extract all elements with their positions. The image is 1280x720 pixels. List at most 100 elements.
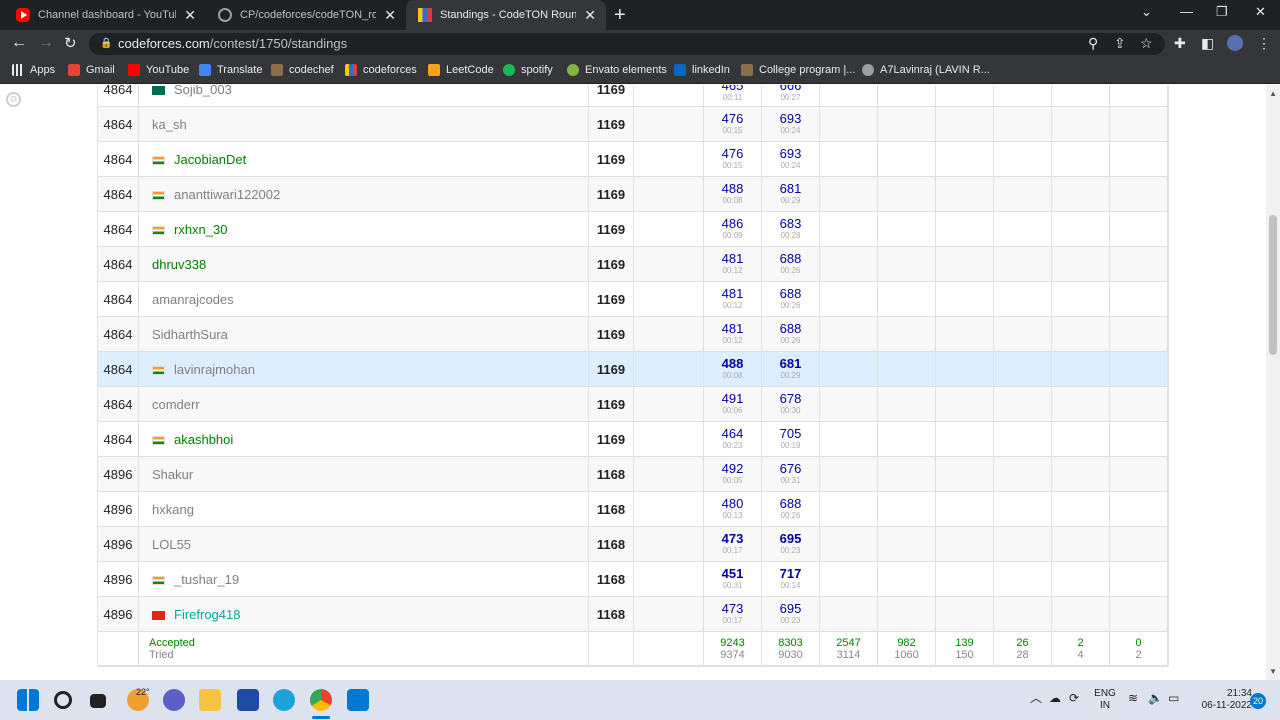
problem-cell[interactable] [820, 422, 878, 456]
close-window-button[interactable]: ✕ [1255, 4, 1266, 20]
problem-cell[interactable] [936, 387, 994, 421]
problem-cell[interactable] [1110, 422, 1168, 456]
edge-icon[interactable] [273, 689, 295, 711]
problem-cell[interactable]: 481 00:12 [704, 247, 762, 281]
problem-cell[interactable] [1052, 85, 1110, 106]
problem-cell[interactable]: 473 00:17 [704, 527, 762, 561]
problem-cell[interactable]: 486 00:09 [704, 212, 762, 246]
problem-cell[interactable]: 683 00:28 [762, 212, 820, 246]
problem-cell[interactable]: 666 00:27 [762, 85, 820, 106]
problem-cell[interactable] [1110, 247, 1168, 281]
problem-cell[interactable] [936, 85, 994, 106]
close-tab-icon[interactable]: ✕ [384, 7, 396, 24]
problem-cell[interactable]: 693 00:24 [762, 107, 820, 141]
problem-cell[interactable] [994, 247, 1052, 281]
volume-icon[interactable]: 🔈 [1148, 692, 1163, 704]
problem-cell[interactable] [936, 457, 994, 491]
problem-cell[interactable]: 492 00:05 [704, 457, 762, 491]
task-view-icon[interactable] [90, 694, 106, 708]
problem-cell[interactable] [878, 352, 936, 386]
problem-cell[interactable]: 481 00:12 [704, 282, 762, 316]
problem-cell[interactable]: 688 00:26 [762, 247, 820, 281]
problem-cell[interactable] [936, 282, 994, 316]
problem-cell[interactable] [936, 247, 994, 281]
maximize-button[interactable]: ❐ [1216, 4, 1228, 20]
problem-cell[interactable] [878, 85, 936, 106]
problem-cell[interactable] [994, 317, 1052, 351]
problem-cell[interactable] [878, 527, 936, 561]
tab-github-cp[interactable]: CP/codeforces/codeTON_round3 ✕ [206, 0, 406, 30]
bookmark-codechef[interactable]: codechef [271, 64, 334, 76]
extensions-icon[interactable]: ✚ [1174, 35, 1186, 52]
problem-cell[interactable]: 488 00:08 [704, 177, 762, 211]
problem-cell[interactable] [994, 352, 1052, 386]
problem-cell[interactable] [820, 562, 878, 596]
problem-cell[interactable] [1052, 317, 1110, 351]
problem-cell[interactable] [1110, 457, 1168, 491]
problem-cell[interactable] [878, 177, 936, 211]
problem-cell[interactable] [820, 597, 878, 631]
menu-icon[interactable]: ⋮ [1257, 35, 1271, 52]
problem-cell[interactable] [1052, 247, 1110, 281]
participant-handle-link[interactable]: JacobianDet [174, 152, 246, 167]
problem-cell[interactable] [1110, 177, 1168, 211]
problem-cell[interactable] [820, 387, 878, 421]
problem-cell[interactable] [1052, 527, 1110, 561]
problem-cell[interactable]: 693 00:24 [762, 142, 820, 176]
problem-cell[interactable] [820, 527, 878, 561]
problem-cell[interactable] [994, 527, 1052, 561]
zoom-icon[interactable]: ⚲ [1088, 35, 1098, 52]
problem-cell[interactable] [820, 212, 878, 246]
problem-cell[interactable] [878, 562, 936, 596]
problem-cell[interactable] [1110, 562, 1168, 596]
problem-cell[interactable]: 476 00:15 [704, 107, 762, 141]
tab-search-icon[interactable]: ⌄ [1141, 4, 1152, 20]
problem-cell[interactable] [1052, 597, 1110, 631]
problem-cell[interactable]: 464 00:23 [704, 422, 762, 456]
problem-cell[interactable]: 688 00:26 [762, 492, 820, 526]
problem-cell[interactable] [820, 142, 878, 176]
participant-handle-link[interactable]: ka_sh [152, 117, 187, 132]
problem-cell[interactable] [878, 212, 936, 246]
problem-cell[interactable] [878, 107, 936, 141]
wifi-icon[interactable]: ≋ [1128, 692, 1138, 704]
problem-cell[interactable] [878, 492, 936, 526]
participant-handle-link[interactable]: rxhxn_30 [174, 222, 227, 237]
problem-cell[interactable] [994, 492, 1052, 526]
new-tab-button[interactable]: + [614, 4, 626, 27]
scrollbar-thumb[interactable] [1269, 215, 1277, 355]
problem-cell[interactable] [1052, 107, 1110, 141]
problem-cell[interactable] [878, 247, 936, 281]
problem-cell[interactable] [878, 142, 936, 176]
problem-cell[interactable]: 695 00:23 [762, 597, 820, 631]
bookmark-star-icon[interactable]: ☆ [1140, 35, 1153, 52]
problem-cell[interactable]: 488 00:08 [704, 352, 762, 386]
problem-cell[interactable] [1052, 562, 1110, 596]
problem-cell[interactable] [994, 282, 1052, 316]
bookmark-spotify[interactable]: spotify [503, 64, 553, 76]
problem-cell[interactable] [820, 492, 878, 526]
settings-gear-icon[interactable]: ⚙ [6, 92, 21, 107]
problem-cell[interactable] [936, 352, 994, 386]
problem-cell[interactable] [878, 457, 936, 491]
problem-cell[interactable] [994, 142, 1052, 176]
problem-cell[interactable] [1110, 212, 1168, 246]
problem-cell[interactable] [878, 317, 936, 351]
problem-cell[interactable] [820, 247, 878, 281]
problem-cell[interactable] [1110, 142, 1168, 176]
problem-cell[interactable] [936, 597, 994, 631]
problem-cell[interactable] [994, 177, 1052, 211]
problem-cell[interactable] [1110, 597, 1168, 631]
bookmark-youtube[interactable]: YouTube [128, 64, 189, 76]
close-tab-icon[interactable]: ✕ [184, 7, 196, 24]
problem-cell[interactable] [1052, 177, 1110, 211]
reload-icon[interactable]: ↻ [64, 34, 77, 52]
participant-handle-link[interactable]: hxkang [152, 502, 194, 517]
profile-avatar[interactable] [1227, 35, 1243, 51]
problem-cell[interactable] [936, 317, 994, 351]
problem-cell[interactable] [820, 352, 878, 386]
share-icon[interactable]: ⇪ [1114, 35, 1126, 52]
start-windows-icon[interactable] [17, 689, 39, 711]
problem-cell[interactable] [1110, 317, 1168, 351]
notification-badge[interactable]: 20 [1250, 693, 1266, 709]
